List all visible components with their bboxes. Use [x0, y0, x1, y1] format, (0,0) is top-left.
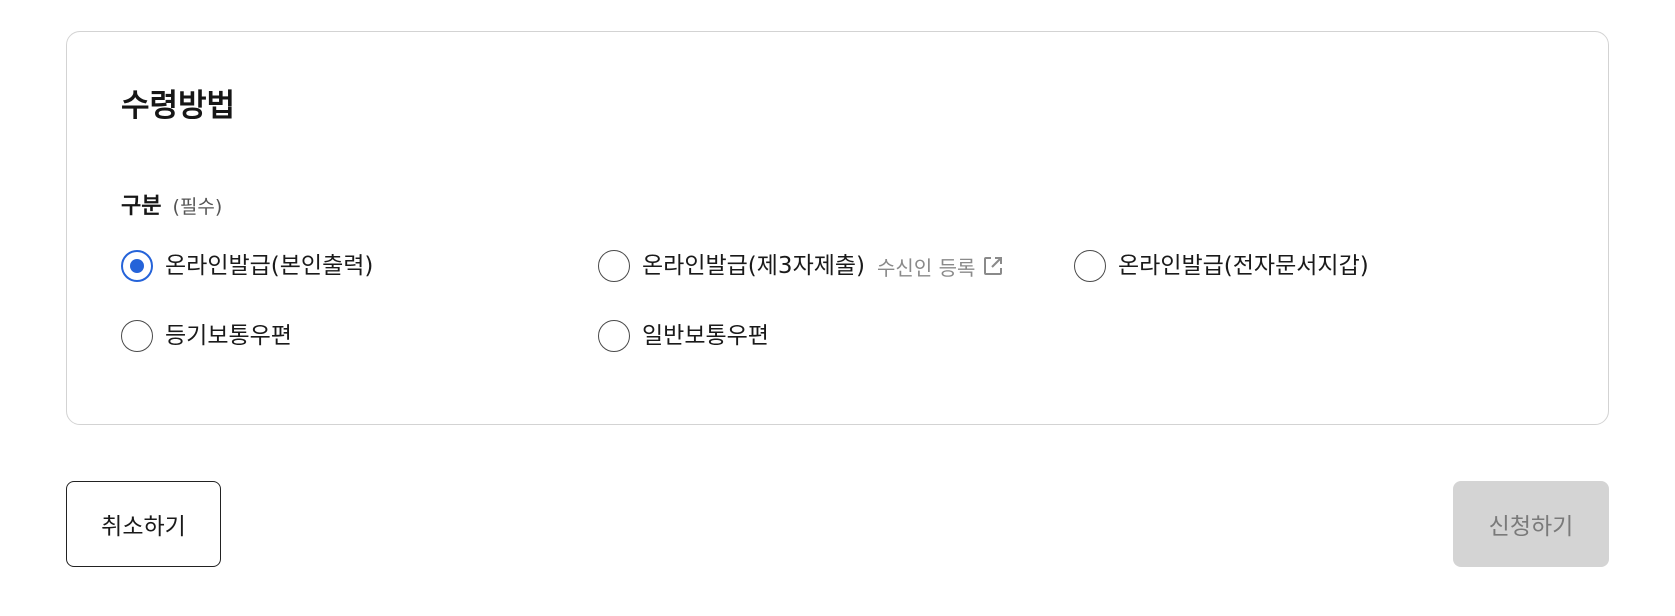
external-link-icon [984, 257, 1003, 275]
radio-option-label: 온라인발급(전자문서지갑) [1118, 252, 1369, 279]
radio-option-label: 온라인발급(본인출력) [165, 252, 374, 279]
radio-button-selected[interactable] [121, 250, 153, 282]
radio-option-label: 온라인발급(제3자제출) [642, 252, 866, 279]
radio-button[interactable] [598, 320, 630, 352]
radio-option-online-self-print[interactable]: 온라인발급(본인출력) [121, 248, 373, 284]
radio-option-regular-mail[interactable]: 일반보통우편 [598, 318, 769, 354]
recipient-register-link[interactable]: 수신인 등록 [877, 252, 1004, 281]
field-label: 구분 (필수) [121, 193, 222, 222]
radio-option-label: 등기보통우편 [165, 322, 292, 349]
radio-option-registered-mail[interactable]: 등기보통우편 [121, 318, 292, 354]
required-indicator: (필수) [172, 196, 223, 218]
radio-button[interactable] [598, 250, 630, 282]
radio-button[interactable] [121, 320, 153, 352]
cancel-button[interactable]: 취소하기 [66, 481, 221, 567]
radio-option-online-third-party[interactable]: 온라인발급(제3자제출) 수신인 등록 [598, 248, 1004, 284]
recipient-register-label: 수신인 등록 [877, 255, 976, 280]
receipt-method-card: 수령방법 구분 (필수) 온라인발급(본인출력) 온라인발급(제3자제출) 수신… [66, 31, 1609, 425]
radio-option-online-e-wallet[interactable]: 온라인발급(전자문서지갑) [1074, 248, 1369, 284]
section-title: 수령방법 [121, 88, 236, 124]
submit-button[interactable]: 신청하기 [1453, 481, 1609, 567]
radio-option-label: 일반보통우편 [642, 322, 769, 349]
field-label-text: 구분 [121, 194, 162, 219]
radio-button[interactable] [1074, 250, 1106, 282]
